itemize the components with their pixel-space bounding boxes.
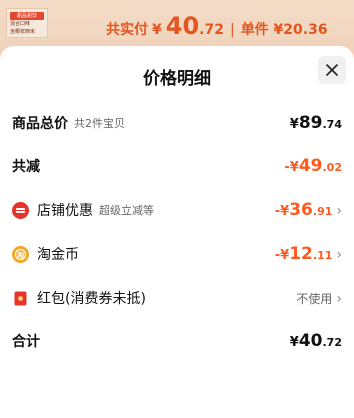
close-button[interactable] — [318, 56, 346, 84]
currency-symbol: ¥ — [152, 22, 162, 38]
row-sum: 合计 ¥ 40 .72 — [12, 329, 342, 353]
redpack-value: 不使用 › — [296, 290, 342, 307]
row-shop-discount[interactable]: 店铺优惠 超级立减等 -¥ 36 .91 › — [12, 198, 342, 222]
currency-symbol: -¥ — [274, 204, 290, 219]
thumb-tag: 甜品甜饮 — [10, 12, 44, 20]
chevron-right-icon: › — [336, 290, 342, 307]
total-reduce-amount: -¥ 49 .02 — [284, 156, 342, 176]
coin-label: 淘金币 — [37, 247, 79, 263]
amount-integer: 89 — [298, 113, 323, 133]
amount-decimal: .11 — [312, 249, 333, 262]
thumb-line2: 含椰浆西米 — [10, 29, 36, 35]
currency-symbol: ¥ — [289, 335, 299, 350]
item-count: 共2件宝贝 — [74, 117, 125, 130]
shop-discount-label: 店铺优惠 — [37, 203, 93, 219]
sheet-title: 价格明细 — [143, 69, 211, 89]
amount-integer: 49 — [298, 156, 323, 176]
actual-pay-integer: 40 — [165, 12, 200, 40]
coin-value: -¥ 12 .11 › — [275, 244, 342, 264]
amount-integer: 36 — [289, 200, 313, 220]
coin-icon: 淘 — [12, 245, 29, 263]
row-redpack[interactable]: 红包(消费券未抵) 不使用 › — [12, 286, 342, 310]
price-detail-sheet: 价格明细 商品总价 共2件宝贝 ¥ 89 .74 共减 -¥ 49 .02 店铺… — [0, 46, 354, 418]
amount-integer: 40 — [298, 331, 323, 351]
product-thumbnail: 甜品甜饮 混合口味 含椰浆西米 — [6, 8, 48, 38]
amount-decimal: .72 — [322, 336, 343, 349]
chevron-right-icon: › — [336, 203, 342, 219]
price-summary: 共实付 ¥ 40 .72 | 单件 ¥20.36 — [106, 12, 328, 42]
amount-decimal: .91 — [312, 205, 333, 218]
redpack-status: 不使用 — [296, 291, 333, 306]
actual-pay-decimal: .72 — [199, 22, 224, 38]
sum-label: 合计 — [12, 334, 40, 350]
actual-pay-label: 共实付 — [106, 22, 148, 38]
sum-amount: ¥ 40 .72 — [290, 331, 342, 351]
amount-integer: 12 — [289, 244, 313, 264]
currency-symbol: -¥ — [284, 160, 299, 175]
shop-discount-icon — [12, 201, 29, 219]
redpack-icon — [12, 290, 29, 307]
chevron-right-icon: › — [336, 247, 342, 263]
total-price-amount: ¥ 89 .74 — [290, 113, 342, 133]
thumb-line1: 混合口味 — [10, 21, 31, 27]
row-total-reduce: 共减 -¥ 49 .02 — [12, 154, 342, 178]
total-reduce-label: 共减 — [12, 159, 40, 175]
shop-discount-value: -¥ 36 .91 › — [275, 200, 342, 220]
row-taojinbi[interactable]: 淘 淘金币 -¥ 12 .11 › — [12, 242, 342, 266]
shop-discount-sub: 超级立减等 — [99, 204, 154, 217]
currency-symbol: ¥ — [289, 117, 299, 132]
redpack-label: 红包(消费券未抵) — [37, 291, 146, 307]
svg-text:淘: 淘 — [17, 250, 24, 259]
close-icon — [326, 64, 338, 76]
currency-symbol: -¥ — [274, 248, 290, 263]
unit-price: 单件 ¥20.36 — [240, 22, 328, 38]
separator: | — [229, 22, 235, 38]
total-price-label: 商品总价 — [12, 116, 68, 132]
row-total-price: 商品总价 共2件宝贝 ¥ 89 .74 — [12, 111, 342, 135]
amount-decimal: .02 — [322, 161, 343, 174]
amount-decimal: .74 — [322, 118, 343, 131]
